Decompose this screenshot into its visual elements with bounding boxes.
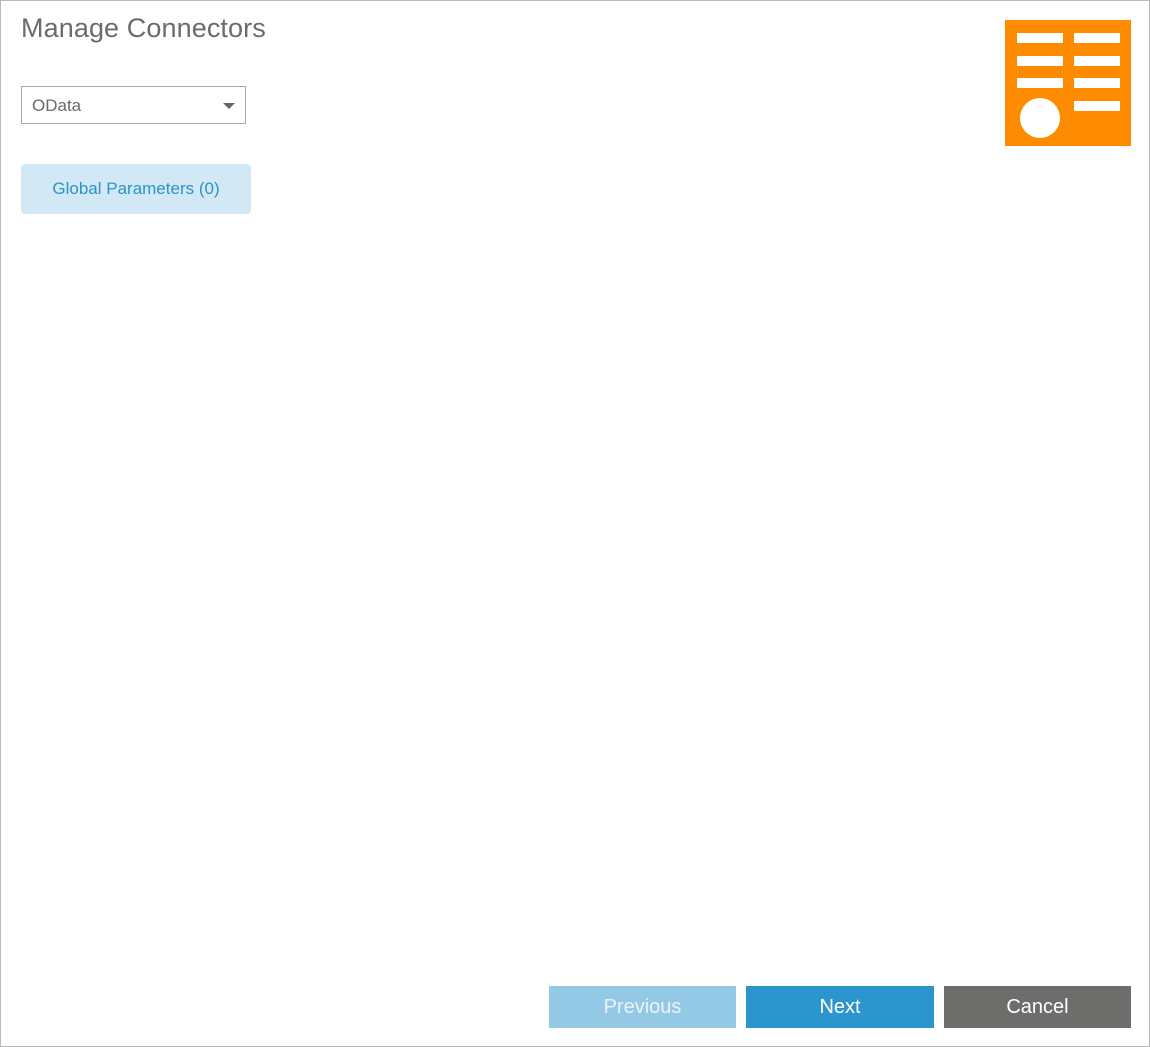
manage-connectors-dialog: Manage Connectors OData Global Parameter…	[0, 0, 1150, 1047]
previous-button[interactable]: Previous	[549, 986, 736, 1028]
connector-list-logo-icon	[1005, 20, 1131, 146]
dialog-title: Manage Connectors	[21, 13, 266, 43]
global-parameters-button[interactable]: Global Parameters (0)	[21, 164, 251, 214]
connector-type-select[interactable]: OData	[21, 86, 246, 124]
next-button[interactable]: Next	[746, 986, 934, 1028]
connector-type-value: OData	[32, 96, 82, 115]
cancel-button[interactable]: Cancel	[944, 986, 1131, 1028]
chevron-down-icon	[223, 103, 235, 109]
